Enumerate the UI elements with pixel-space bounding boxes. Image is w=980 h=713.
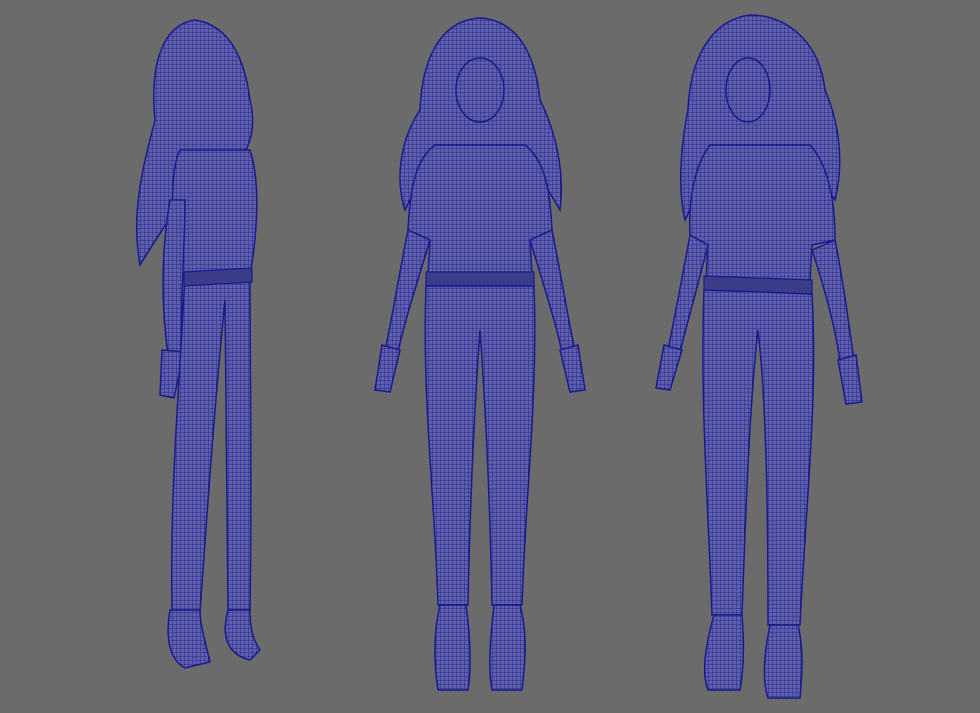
side-view-wireframe — [135, 19, 261, 669]
front-view-wireframe — [374, 17, 586, 691]
3d-viewport[interactable] — [0, 0, 980, 713]
three-quarter-view-wireframe — [655, 14, 863, 699]
model-side-view[interactable] — [100, 0, 300, 713]
model-three-quarter-view[interactable] — [640, 0, 880, 713]
model-front-view[interactable] — [360, 0, 600, 713]
